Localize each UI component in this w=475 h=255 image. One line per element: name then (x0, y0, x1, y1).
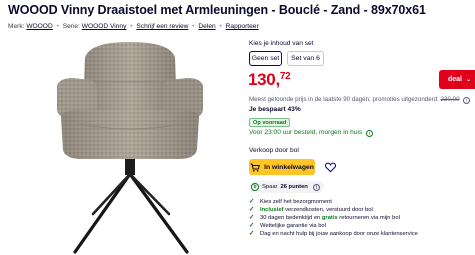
usp-item: ✓ Wettelijke garantie via bol (249, 222, 418, 230)
points-value: 26 punten (280, 184, 308, 190)
chevron-down-icon: ⌄ (466, 77, 472, 83)
usp-text: 30 dagen bedenktijd en gratis retournere… (260, 215, 400, 221)
report-link[interactable]: Rapporteer (226, 23, 259, 30)
old-price: 230,00 (440, 96, 460, 103)
add-to-cart-button[interactable]: In winkelwagen (249, 159, 315, 175)
meta-separator: • (192, 23, 195, 30)
info-icon[interactable]: i (366, 130, 374, 137)
usp-text: Wettelijke garantie via bol (260, 223, 326, 229)
usp-text: Kies zelf het bezorgmoment (260, 199, 332, 205)
delivery-text: Voor 23:00 uur besteld, morgen in huis (249, 129, 363, 136)
meta-separator: • (130, 23, 133, 30)
deal-badge[interactable]: deal ⌄ (439, 70, 475, 89)
info-icon[interactable]: i (463, 97, 471, 104)
share-link[interactable]: Delen (198, 23, 215, 30)
write-review-link[interactable]: Schrijf een review (136, 23, 188, 30)
usp-item: ✓ 30 dagen bedenktijd en gratis retourner… (249, 214, 418, 222)
meta-separator: • (219, 23, 222, 30)
product-title: WOOOD Vinny Draaistoel met Armleuningen … (8, 3, 426, 17)
series-label: Serie: (62, 23, 80, 30)
saving-text: Je bespaart 43% (249, 106, 301, 113)
check-icon: ✓ (249, 230, 255, 237)
cart-icon (250, 163, 261, 172)
usp-item: ✓ Kies zelf het bezorgmoment (249, 198, 418, 206)
lowest-price-text: Meest getoonde prijs in de laatste 90 da… (249, 96, 439, 103)
meta-separator: • (56, 23, 59, 30)
check-icon: ✓ (249, 198, 255, 205)
usp-item: ✓ Inclusief verzendkosten, verstuurd door… (249, 206, 418, 214)
brand-link[interactable]: WOOOD (26, 23, 52, 30)
info-icon[interactable]: i (312, 183, 320, 191)
check-icon: ✓ (249, 206, 255, 213)
option-geen-set[interactable]: Geen set (249, 51, 282, 66)
usp-list: ✓ Kies zelf het bezorgmoment ✓ Inclusief v… (249, 198, 418, 238)
points-prefix: Spaar (262, 184, 278, 190)
loyalty-points: b Spaar 26 punten i (249, 181, 324, 193)
usp-text: Dag en nacht hulp bij jouw aankoop door … (260, 231, 418, 237)
price: 130,72 (248, 70, 291, 90)
deal-label: deal (448, 76, 463, 83)
product-meta: Merk: WOOOD • Serie: WOOOD Vinny • Schri… (8, 23, 259, 30)
coin-icon: b (251, 183, 259, 191)
price-cents: 72 (279, 71, 291, 82)
lowest-price-note: Meest getoonde prijs in de laatste 90 da… (249, 96, 471, 104)
product-image[interactable] (55, 38, 205, 255)
seller-text: Verkoop door bol (249, 147, 299, 154)
check-icon: ✓ (249, 214, 255, 221)
usp-text: Inclusief verzendkosten, verstuurd door … (260, 207, 373, 213)
delivery-promise: Voor 23:00 uur besteld, morgen in huis i (249, 129, 374, 137)
option-set-van-6[interactable]: Set van 6 (287, 51, 324, 66)
cart-label: In winkelwagen (264, 163, 314, 171)
usp-item: ✓ Dag en nacht hulp bij jouw aankoop door… (249, 230, 418, 238)
brand-label: Merk: (8, 23, 25, 30)
set-choice-label: Kies je inhoud van set (249, 40, 314, 47)
price-euros: 130, (248, 70, 280, 89)
check-icon: ✓ (249, 222, 255, 229)
stock-badge: Op voorraad (249, 118, 291, 127)
heart-icon[interactable] (325, 162, 336, 173)
series-link[interactable]: WOOOD Vinny (82, 23, 127, 30)
